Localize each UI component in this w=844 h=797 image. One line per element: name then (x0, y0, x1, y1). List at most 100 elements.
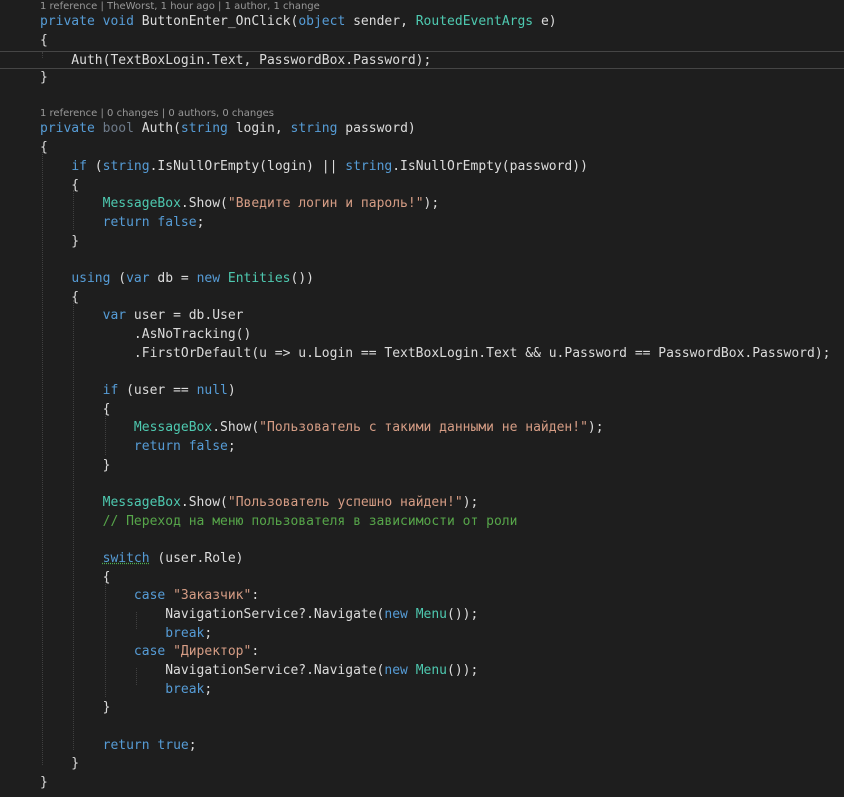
code-line[interactable] (0, 363, 844, 381)
codelens-annotation[interactable]: 1 reference | TheWorst, 1 hour ago | 1 a… (0, 0, 844, 13)
code-line[interactable]: NavigationService?.Navigate(new Menu()); (0, 662, 844, 680)
code-token: | (97, 1, 108, 12)
code-line[interactable]: MessageBox.Show("Пользователь успешно на… (0, 494, 844, 512)
code-token: { (40, 290, 80, 305)
code-line[interactable]: private void ButtonEnter_OnClick(object … (0, 13, 844, 31)
code-line[interactable] (0, 531, 844, 549)
code-token: (user.Role) (149, 551, 244, 566)
code-token: | (158, 108, 169, 119)
code-token: "Заказчик" (173, 588, 252, 603)
code-line[interactable]: NavigationService?.Navigate(new Menu()); (0, 606, 844, 624)
code-line[interactable]: { (0, 139, 844, 157)
code-token: sender, (345, 14, 416, 29)
code-token: .Show( (180, 495, 228, 510)
code-token: : (251, 588, 260, 603)
code-line[interactable]: .AsNoTracking() (0, 326, 844, 344)
code-token: MessageBox (102, 495, 181, 510)
code-line[interactable]: case "Заказчик": (0, 587, 844, 605)
code-token: .IsNullOrEmpty(login) || (149, 159, 346, 174)
code-line[interactable] (0, 475, 844, 493)
code-token: Auth( (133, 121, 181, 136)
code-token: MessageBox (102, 196, 181, 211)
code-line[interactable] (0, 718, 844, 736)
codelens-annotation[interactable]: 1 reference | 0 changes | 0 authors, 0 c… (0, 107, 844, 120)
code-editor[interactable]: 1 reference | TheWorst, 1 hour ago | 1 a… (0, 0, 844, 797)
code-token: 0 authors, 0 changes (168, 108, 274, 119)
code-token: Auth(TextBoxLogin.Text, PasswordBox.Pass… (40, 53, 432, 68)
code-token: return (102, 738, 150, 753)
code-line[interactable] (0, 251, 844, 269)
code-line[interactable]: .FirstOrDefault(u => u.Login == TextBoxL… (0, 345, 844, 363)
code-line[interactable]: { (0, 289, 844, 307)
code-token: ButtonEnter_OnClick( (133, 14, 299, 29)
code-token: ()); (447, 663, 479, 678)
code-line[interactable]: MessageBox.Show("Введите логин и пароль!… (0, 195, 844, 213)
code-token: "Пользователь с такими данными не найден… (259, 420, 588, 435)
code-line[interactable]: } (0, 699, 844, 717)
code-line[interactable]: { (0, 177, 844, 195)
code-line-current[interactable]: Auth(TextBoxLogin.Text, PasswordBox.Pass… (0, 51, 844, 69)
code-line[interactable]: return true; (0, 737, 844, 755)
code-token: } (40, 775, 48, 790)
code-token: "Директор" (173, 644, 252, 659)
code-line[interactable]: } (0, 755, 844, 773)
code-token: { (40, 402, 111, 417)
code-line[interactable]: // Переход на меню пользователя в зависи… (0, 513, 844, 531)
code-line[interactable]: private bool Auth(string login, string p… (0, 120, 844, 138)
code-token: "Пользователь успешно найден!" (227, 495, 463, 510)
code-line[interactable]: MessageBox.Show("Пользователь с такими д… (0, 419, 844, 437)
code-token: Menu (415, 607, 447, 622)
code-line[interactable]: var user = db.User (0, 307, 844, 325)
code-token: e) (533, 14, 557, 29)
code-line[interactable]: } (0, 69, 844, 87)
code-line[interactable]: } (0, 457, 844, 475)
code-line[interactable]: break; (0, 681, 844, 699)
code-line[interactable]: if (user == null) (0, 382, 844, 400)
code-token: password) (337, 121, 416, 136)
code-token: .AsNoTracking() (40, 327, 252, 342)
code-token: ); (587, 420, 604, 435)
code-line[interactable]: } (0, 233, 844, 251)
code-token: private (40, 14, 95, 29)
code-line[interactable]: return false; (0, 438, 844, 456)
code-token: ); (462, 495, 479, 510)
code-token: case (133, 588, 166, 603)
code-token: ( (86, 159, 103, 174)
code-line[interactable]: using (var db = new Entities()) (0, 270, 844, 288)
code-token: // Переход на меню пользователя в зависи… (102, 514, 518, 529)
code-token: "Введите логин и пароль!" (227, 196, 424, 211)
code-line[interactable]: case "Директор": (0, 643, 844, 661)
code-token: ); (423, 196, 440, 211)
code-token: return (102, 215, 150, 230)
code-line[interactable]: if (string.IsNullOrEmpty(login) || strin… (0, 158, 844, 176)
code-token: .FirstOrDefault(u => u.Login == TextBoxL… (40, 346, 831, 361)
code-line[interactable]: switch (user.Role) (0, 550, 844, 568)
code-token: new (196, 271, 221, 286)
code-token: 1 reference (40, 108, 98, 119)
code-token: { (40, 178, 80, 193)
code-line[interactable]: break; (0, 625, 844, 643)
code-token: if (102, 383, 119, 398)
code-token: var (102, 308, 127, 323)
code-token: ; (196, 215, 205, 230)
code-line[interactable]: { (0, 569, 844, 587)
code-line[interactable]: { (0, 32, 844, 50)
code-token: { (40, 33, 48, 48)
code-token: string (102, 159, 150, 174)
code-line[interactable]: return false; (0, 214, 844, 232)
code-line[interactable]: { (0, 401, 844, 419)
code-line[interactable]: } (0, 774, 844, 792)
